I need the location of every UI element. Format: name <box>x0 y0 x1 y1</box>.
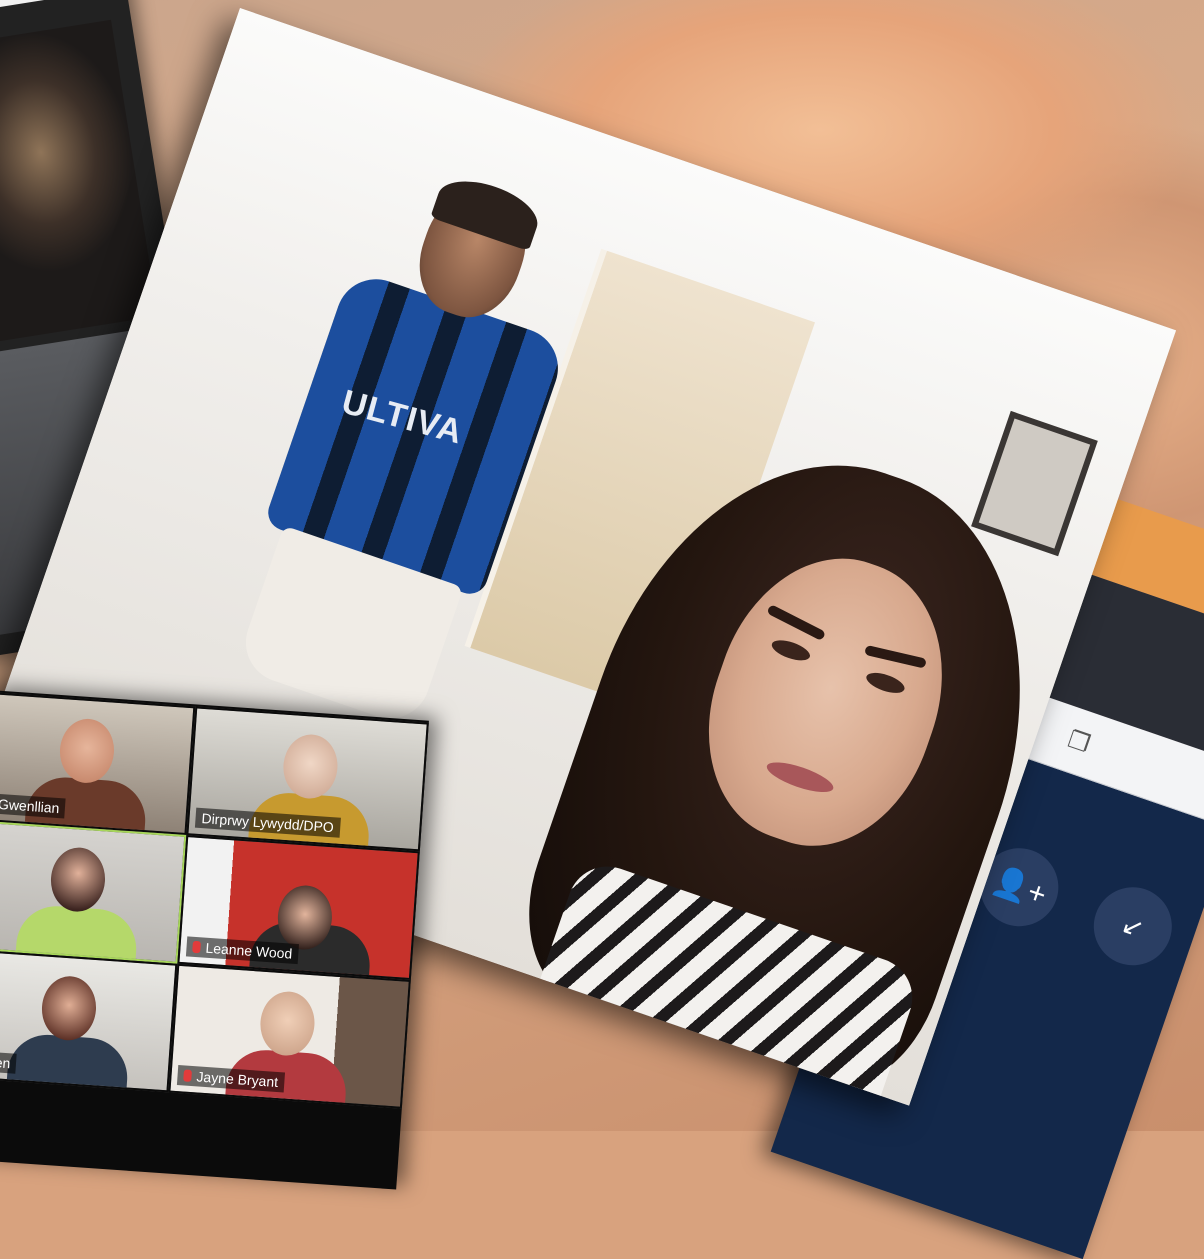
participant-tile[interactable]: Dirprwy Lywydd/DPO <box>186 706 429 852</box>
participant-tile[interactable]: yden <box>0 949 178 1093</box>
participant-tile[interactable]: Leanne Wood <box>177 835 420 981</box>
participant-name-label: yden <box>0 1050 18 1074</box>
video-feed-person <box>0 19 158 353</box>
share-icon: ↙ <box>1117 908 1149 944</box>
restore-button[interactable]: ❐ <box>1056 719 1102 765</box>
muted-mic-icon <box>183 1069 192 1082</box>
muted-mic-icon <box>192 940 201 954</box>
add-person-icon: 👤+ <box>988 862 1051 912</box>
participant-gallery: Gwenllian Dirprwy Lywydd/DPO Leanne Wood… <box>0 690 429 1190</box>
restore-icon: ❐ <box>1064 725 1094 758</box>
share-button[interactable]: ↙ <box>1083 876 1183 976</box>
participant-name-label: Gwenllian <box>0 793 67 819</box>
participant-tile[interactable]: Jayne Bryant <box>168 963 411 1109</box>
participant-tile-active[interactable] <box>0 820 187 964</box>
participant-tile[interactable]: Gwenllian <box>0 692 196 836</box>
